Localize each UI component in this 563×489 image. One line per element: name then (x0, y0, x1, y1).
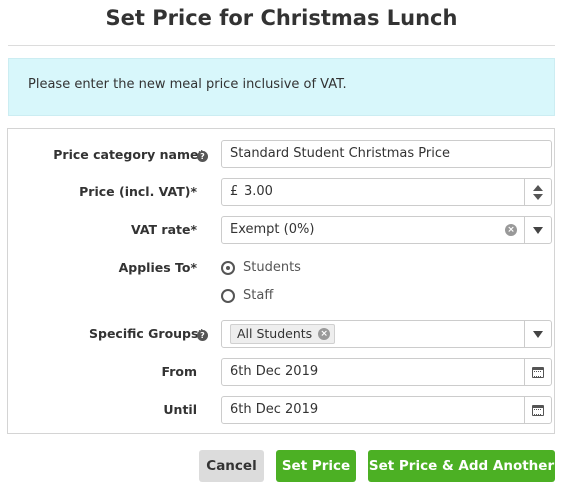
applies-to-label: Applies To* (118, 260, 197, 275)
radio-students-label: Students (243, 260, 301, 275)
from-date-value: 6th Dec 2019 (230, 364, 319, 379)
vat-label: VAT rate* (131, 222, 197, 237)
calendar-icon[interactable] (524, 359, 551, 385)
clear-circle-icon[interactable]: × (505, 224, 517, 236)
caret-down-icon[interactable] (524, 321, 551, 347)
set-price-button[interactable]: Set Price (276, 450, 356, 482)
title-divider (8, 45, 555, 46)
calendar-icon[interactable] (524, 397, 551, 423)
caret-down-icon[interactable] (524, 217, 551, 243)
vat-rate-value: Exempt (0%) (230, 222, 315, 237)
until-date-input[interactable]: 6th Dec 2019 (221, 396, 552, 424)
category-name-value: Standard Student Christmas Price (230, 146, 450, 161)
price-value: 3.00 (244, 184, 273, 199)
decrement-arrow[interactable] (533, 194, 543, 200)
group-tag: All Students × (230, 324, 336, 344)
increment-arrow[interactable] (533, 185, 543, 191)
price-label: Price (incl. VAT)* (79, 184, 197, 199)
cancel-button[interactable]: Cancel (199, 450, 264, 482)
question-circle-icon[interactable]: ? (197, 151, 208, 162)
from-label: From (161, 364, 197, 379)
groups-label: Specific Groups* (89, 326, 205, 341)
up-down-arrows-icon[interactable] (524, 179, 551, 205)
dialog-title: Set Price for Christmas Lunch (105, 6, 458, 30)
info-banner: Please enter the new meal price inclusiv… (8, 58, 555, 116)
radio-button-unchecked[interactable] (221, 289, 235, 303)
question-circle-icon[interactable]: ? (197, 330, 208, 341)
groups-multiselect[interactable]: All Students × (221, 320, 552, 348)
radio-staff-label: Staff (243, 288, 274, 303)
group-tag-label: All Students (237, 326, 313, 341)
vat-rate-select[interactable]: Exempt (0%) × (221, 216, 552, 244)
info-text: Please enter the new meal price inclusiv… (28, 77, 347, 92)
remove-tag-icon[interactable]: × (318, 328, 331, 340)
price-input[interactable]: £ 3.00 (221, 178, 552, 206)
set-price-add-another-button[interactable]: Set Price & Add Another (368, 450, 555, 482)
category-name-input[interactable]: Standard Student Christmas Price (221, 140, 552, 168)
category-label: Price category name* (53, 147, 205, 162)
until-date-value: 6th Dec 2019 (230, 402, 319, 417)
from-date-input[interactable]: 6th Dec 2019 (221, 358, 552, 386)
form-panel: Price category name* ? Standard Student … (7, 128, 555, 434)
currency-symbol: £ (230, 184, 239, 199)
radio-button-checked[interactable] (221, 261, 235, 275)
until-label: Until (163, 402, 197, 417)
